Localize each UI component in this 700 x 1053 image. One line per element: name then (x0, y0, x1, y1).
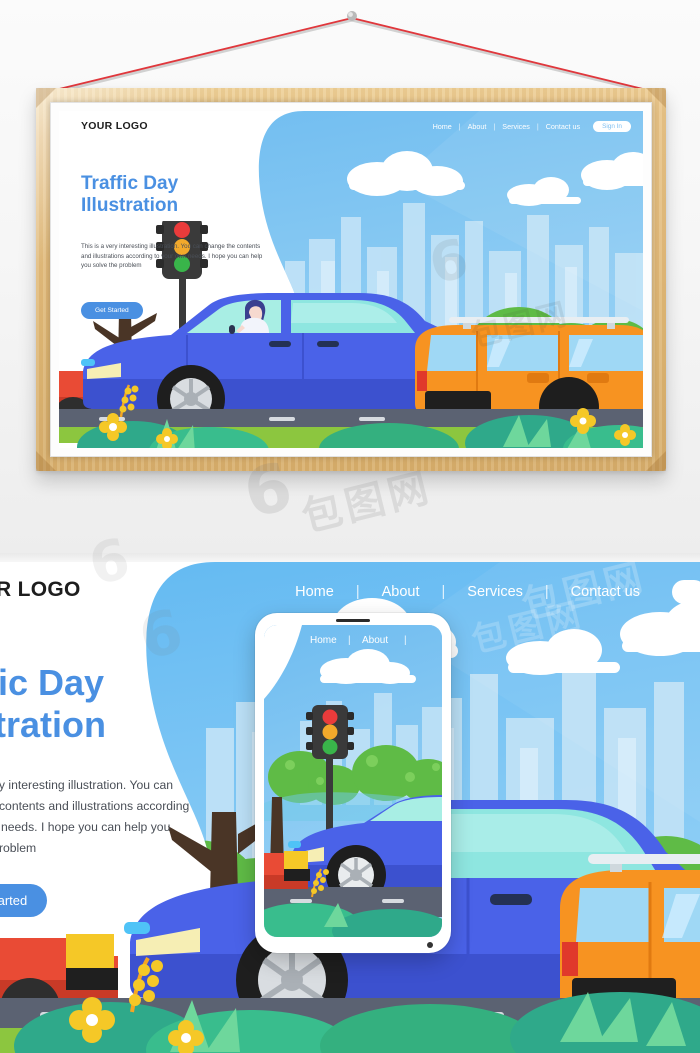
nav-item-home[interactable]: Home (295, 584, 334, 600)
nav-item-services[interactable]: Services (467, 584, 523, 600)
site-logo[interactable]: YOUR LOGO (81, 120, 148, 132)
section-divider (0, 553, 700, 562)
phone-speaker (336, 619, 370, 622)
nav-separator: | (536, 122, 539, 131)
sign-in-button[interactable]: Sign In (593, 121, 631, 132)
svg-text:|: | (404, 635, 407, 646)
site-logo-zoom[interactable]: R LOGO (0, 578, 81, 602)
phone-screen: Home | About | (264, 625, 442, 937)
nav-item-about[interactable]: About (382, 584, 420, 600)
nav-separator: | (355, 584, 360, 600)
body-line: very interesting illustration. You can (0, 778, 174, 792)
nav-separator: | (441, 584, 446, 600)
landing-page-poster: Home | About | Services | Contact us Sig… (59, 111, 643, 448)
body-line: he contents and illustrations according (0, 798, 190, 813)
get-started-button-zoom[interactable]: tarted (0, 884, 48, 917)
top-navigation[interactable]: Home | About | Services | Contact us Sig… (433, 121, 631, 132)
frame-mat: Home | About | Services | Contact us Sig… (50, 102, 652, 457)
phone-mockup: Home | About | (255, 613, 451, 953)
wooden-picture-frame: Home | About | Services | Contact us Sig… (36, 88, 666, 471)
hero-body-text-zoom: very interesting illustration. You can h… (0, 775, 247, 859)
landing-page-artboard: Home | About | Services | Contact us Sig… (59, 111, 643, 448)
hero-body-text: This is a very interesting illustration.… (81, 243, 263, 270)
nav-item-contact-us[interactable]: Contact us (571, 584, 640, 600)
svg-text:Home: Home (310, 635, 337, 646)
nav-separator: | (493, 122, 496, 131)
hero-headline: Traffic Day Illustration (81, 173, 179, 217)
body-line: wn needs. I hope you can help you (0, 819, 171, 834)
nav-item-home[interactable]: Home (433, 122, 452, 131)
phone-scene: Home | About | (264, 625, 442, 937)
nav-separator: | (458, 122, 461, 131)
hero-headline-zoom: ffic Day stration (0, 662, 107, 745)
nav-item-contact-us[interactable]: Contact us (546, 122, 580, 131)
top-navigation-zoom[interactable]: Home | About | Services | Contact us (295, 580, 700, 604)
nav-separator: | (544, 584, 549, 600)
nav-item-services[interactable]: Services (502, 122, 530, 131)
sign-in-button-partial[interactable] (672, 580, 700, 604)
nav-item-about[interactable]: About (468, 122, 487, 131)
zoomed-landing-section: Home | About | Services | Contact us R L… (0, 553, 700, 1053)
svg-text:About: About (362, 635, 388, 646)
phone-camera-dot (427, 942, 433, 948)
get-started-button[interactable]: Get Started (81, 302, 143, 319)
framed-poster-section: Home | About | Services | Contact us Sig… (0, 0, 700, 553)
body-line: e problem (0, 840, 37, 855)
svg-text:|: | (348, 635, 351, 646)
